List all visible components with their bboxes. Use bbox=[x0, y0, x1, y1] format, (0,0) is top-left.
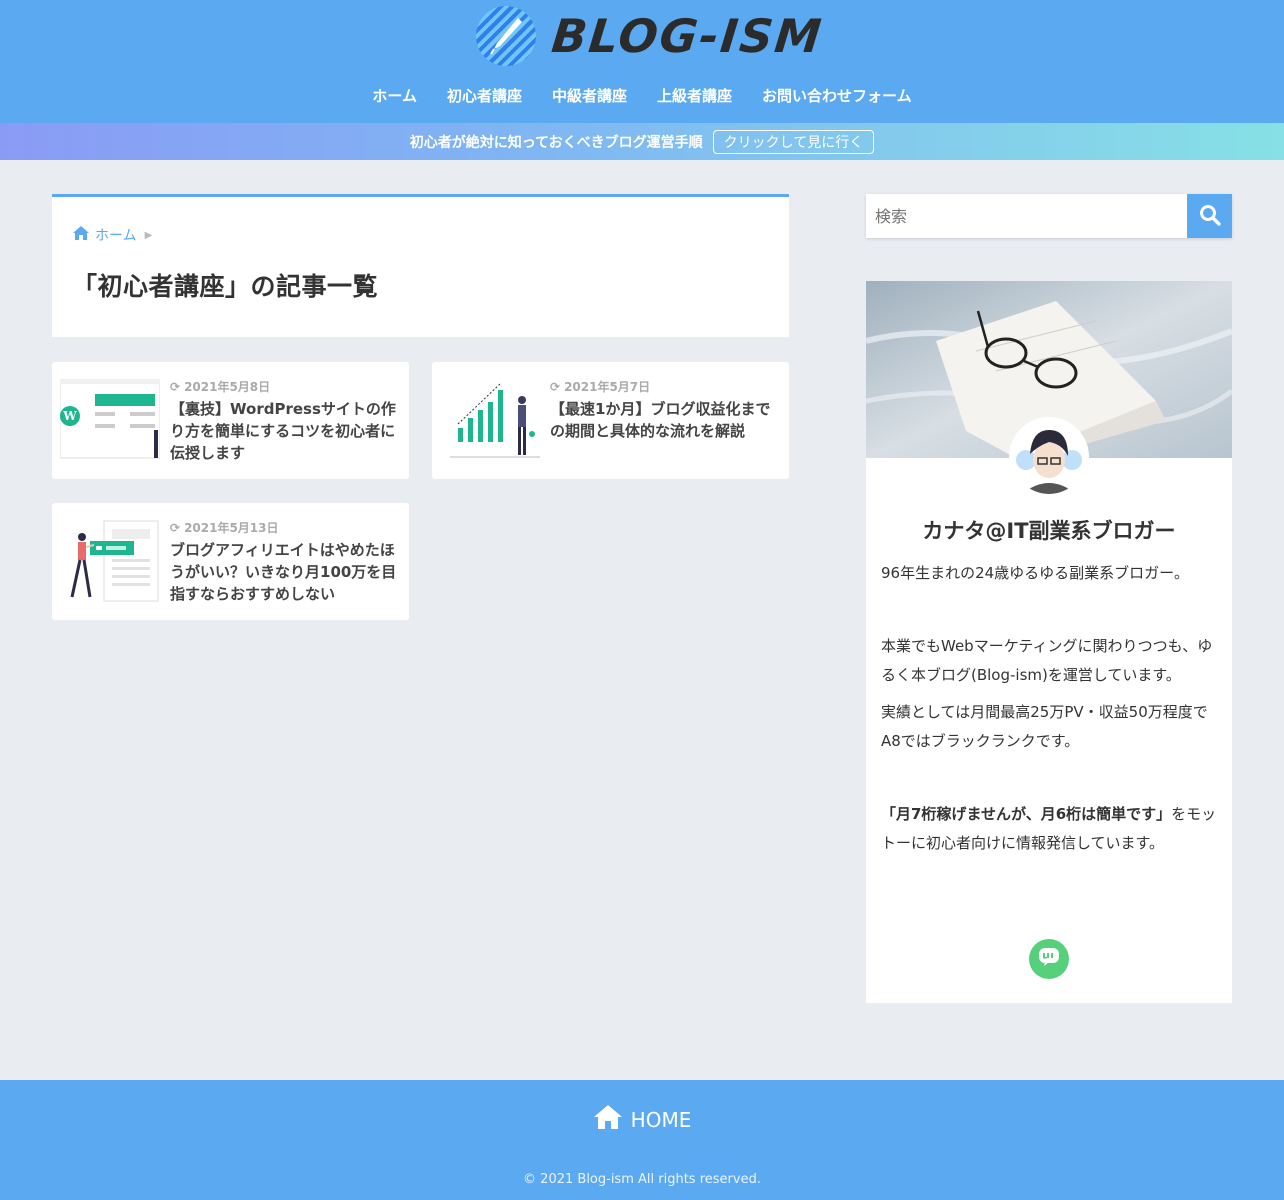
article-card[interactable]: W ⟳ 2021年5月8日 【裏技】WordPressサイトの作り方を簡単にする… bbox=[52, 362, 409, 479]
article-thumbnail bbox=[60, 519, 160, 603]
home-icon bbox=[593, 1104, 623, 1135]
notice-button[interactable]: クリックして見に行く bbox=[712, 129, 875, 154]
article-thumbnail bbox=[440, 378, 540, 462]
logo-text: BLOG-ISM bbox=[549, 9, 826, 63]
refresh-icon: ⟳ bbox=[550, 379, 561, 394]
nav-home[interactable]: ホーム bbox=[372, 82, 417, 109]
site-header: BLOG-ISM ホーム 初心者講座 中級者講座 上級者講座 お問い合わせフォー… bbox=[0, 0, 1284, 123]
footer-home-label: HOME bbox=[630, 1107, 692, 1132]
search-button[interactable] bbox=[1187, 194, 1232, 238]
chevron-right-icon: ▶ bbox=[144, 229, 153, 241]
article-card[interactable]: ⟳ 2021年5月7日 【最速1か月】ブログ収益化までの期間と具体的な流れを解説 bbox=[432, 362, 789, 479]
home-icon bbox=[72, 225, 90, 245]
profile-text: 96年生まれの24歳ゆるゆる副業系ブロガー。 bbox=[881, 564, 1190, 582]
archive-title-box: ホーム ▶ 「初心者講座」の記事一覧 bbox=[52, 194, 789, 337]
profile-text: 実績としては月間最高25万PV・収益50万程度でA8ではブラックランクです。 bbox=[881, 703, 1208, 750]
page-title: 「初心者講座」の記事一覧 bbox=[72, 272, 379, 301]
nav-contact[interactable]: お問い合わせフォーム bbox=[762, 82, 912, 109]
profile-motto: 「月7桁稼げませんが、月6桁は簡単です」 bbox=[881, 805, 1172, 823]
site-logo[interactable]: BLOG-ISM bbox=[476, 6, 826, 66]
article-date: ⟳ 2021年5月7日 bbox=[550, 379, 651, 395]
article-date: ⟳ 2021年5月8日 bbox=[170, 379, 271, 395]
footer-home-link[interactable]: HOME bbox=[0, 1104, 1284, 1135]
svg-text:W: W bbox=[62, 409, 77, 423]
article-date: ⟳ 2021年5月13日 bbox=[170, 520, 279, 536]
line-button[interactable] bbox=[1029, 939, 1069, 979]
nav-beginner[interactable]: 初心者講座 bbox=[447, 82, 522, 109]
copyright: © 2021 Blog-ism All rights reserved. bbox=[523, 1172, 761, 1187]
notice-text: 初心者が絶対に知っておくべきブログ運営手順 bbox=[409, 134, 703, 151]
pen-icon bbox=[476, 6, 536, 66]
search-input[interactable] bbox=[866, 194, 1187, 238]
nav-advanced[interactable]: 上級者講座 bbox=[657, 82, 732, 109]
article-card[interactable]: ⟳ 2021年5月13日 ブログアフィリエイトはやめたほうがいい？いきなり月10… bbox=[52, 503, 409, 620]
avatar bbox=[1009, 417, 1089, 497]
site-footer: HOME © 2021 Blog-ism All rights reserved… bbox=[0, 1080, 1284, 1200]
article-title[interactable]: 【最速1か月】ブログ収益化までの期間と具体的な流れを解説 bbox=[550, 398, 782, 442]
article-title[interactable]: ブログアフィリエイトはやめたほうがいい？いきなり月100万を目指すならおすすめし… bbox=[170, 539, 402, 605]
breadcrumb: ホーム ▶ bbox=[72, 225, 152, 245]
breadcrumb-home[interactable]: ホーム bbox=[95, 225, 137, 245]
global-nav: ホーム 初心者講座 中級者講座 上級者講座 お問い合わせフォーム bbox=[0, 82, 1284, 109]
nav-intermediate[interactable]: 中級者講座 bbox=[552, 82, 627, 109]
notice-bar: 初心者が絶対に知っておくべきブログ運営手順 クリックして見に行く bbox=[0, 123, 1284, 160]
article-title[interactable]: 【裏技】WordPressサイトの作り方を簡単にするコツを初心者に伝授します bbox=[170, 398, 402, 464]
refresh-icon: ⟳ bbox=[170, 520, 181, 535]
profile-text: 本業でもWebマーケティングに関わりつつも、ゆるく本ブログ(Blog-ism)を… bbox=[881, 637, 1213, 684]
profile-text: 「月7桁稼げませんが、月6桁は簡単です」をモットーに初心者向けに情報発信していま… bbox=[881, 805, 1217, 852]
search-icon bbox=[1199, 204, 1221, 229]
profile-widget: カナタ@IT副業系ブロガー 96年生まれの24歳ゆるゆる副業系ブロガー。 本業で… bbox=[866, 281, 1232, 1003]
profile-description: 96年生まれの24歳ゆるゆる副業系ブロガー。 本業でもWebマーケティングに関わ… bbox=[881, 559, 1217, 866]
profile-name: カナタ@IT副業系ブロガー bbox=[922, 519, 1176, 543]
line-icon bbox=[1038, 947, 1060, 971]
refresh-icon: ⟳ bbox=[170, 379, 181, 394]
article-thumbnail: W bbox=[59, 378, 161, 462]
sidebar-search bbox=[866, 194, 1232, 238]
